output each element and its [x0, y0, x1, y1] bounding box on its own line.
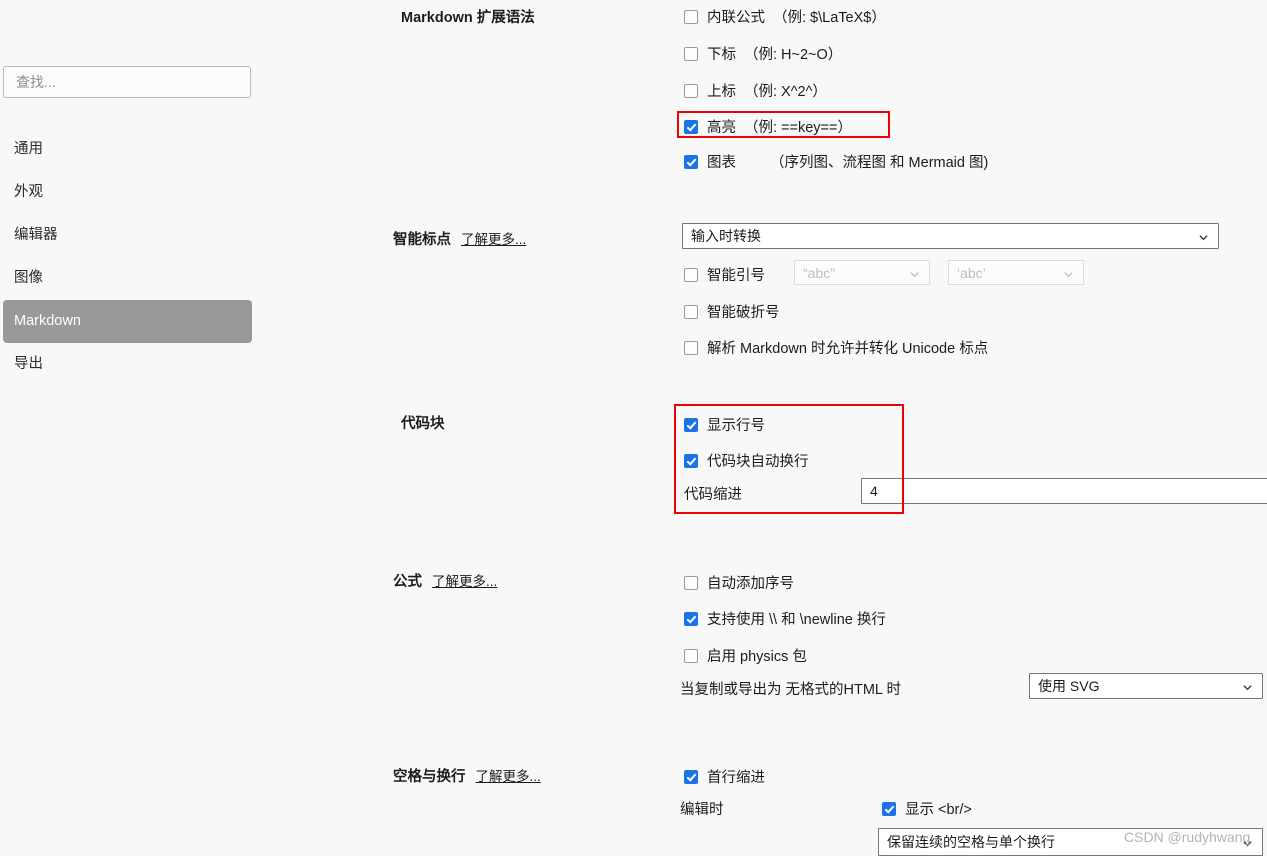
- checkbox-superscript[interactable]: [684, 83, 698, 98]
- option-highlight[interactable]: 高亮 （例: ==key==）: [684, 116, 852, 137]
- sidebar-nav-list: 通用 外观 编辑器 图像 Markdown 导出: [3, 128, 252, 386]
- checkbox-show-br[interactable]: [882, 801, 896, 816]
- checkbox-show-line-numbers[interactable]: [684, 417, 698, 432]
- option-label: 智能引号: [707, 268, 765, 284]
- copy-export-label: 当复制或导出为 无格式的HTML 时: [680, 682, 901, 698]
- option-hint: （例: X^2^）: [744, 84, 827, 100]
- learn-more-link-smart-punctuation[interactable]: 了解更多...: [461, 232, 526, 247]
- sidebar-item-markdown[interactable]: Markdown: [3, 300, 252, 343]
- section-title-text: 公式: [393, 574, 422, 590]
- chevron-down-icon: [1064, 271, 1073, 277]
- csdn-watermark: CSDN @rudyhwang: [1124, 829, 1251, 845]
- option-label: 解析 Markdown 时允许并转化 Unicode 标点: [707, 341, 989, 357]
- markdown-settings-panel: Markdown 扩展语法 内联公式 （例: $\LaTeX$） 下标 （例: …: [268, 0, 1267, 856]
- checkbox-physics-package[interactable]: [684, 648, 698, 663]
- option-label: 内联公式: [707, 10, 765, 26]
- option-label: 代码块自动换行: [707, 454, 809, 470]
- option-show-br[interactable]: 显示 <br/>: [882, 798, 972, 819]
- option-label: 图表: [707, 155, 736, 171]
- code-indent-label: 代码缩进: [684, 487, 742, 503]
- checkbox-subscript[interactable]: [684, 46, 698, 61]
- checkbox-smart-quotes[interactable]: [684, 267, 698, 282]
- checkbox-newline-support[interactable]: [684, 611, 698, 626]
- option-inline-formula[interactable]: 内联公式 （例: $\LaTeX$）: [684, 6, 886, 27]
- smart-punctuation-mode-select[interactable]: 输入时转换: [682, 223, 1219, 249]
- option-label: 显示行号: [707, 418, 765, 434]
- option-unicode-punctuation[interactable]: 解析 Markdown 时允许并转化 Unicode 标点: [684, 337, 988, 358]
- search-input[interactable]: [3, 66, 251, 98]
- section-title-smart-punctuation: 智能标点 了解更多...: [393, 228, 526, 249]
- select-value: 4: [870, 483, 878, 499]
- section-title-text: 空格与换行: [393, 769, 466, 785]
- section-title-text: 智能标点: [393, 232, 451, 248]
- sidebar-item-general[interactable]: 通用: [3, 128, 252, 171]
- section-title-formula: 公式 了解更多...: [393, 570, 497, 591]
- option-physics-package[interactable]: 启用 physics 包: [684, 645, 807, 666]
- sidebar-item-image[interactable]: 图像: [3, 257, 252, 300]
- option-smart-quotes[interactable]: 智能引号: [684, 264, 765, 285]
- select-value: 使用 SVG: [1038, 678, 1100, 694]
- checkbox-inline-formula[interactable]: [684, 9, 698, 24]
- learn-more-link-whitespace[interactable]: 了解更多...: [476, 769, 541, 784]
- checkbox-unicode-punctuation[interactable]: [684, 340, 698, 355]
- option-smart-dash[interactable]: 智能破折号: [684, 301, 780, 322]
- select-value: 保留连续的空格与单个换行: [887, 834, 1055, 850]
- option-label: 上标: [707, 84, 736, 100]
- checkbox-diagram[interactable]: [684, 154, 698, 169]
- option-label: 下标: [707, 47, 736, 63]
- section-title-markdown-extensions: Markdown 扩展语法: [401, 10, 535, 26]
- option-label: 显示 <br/>: [905, 802, 972, 818]
- option-label: 启用 physics 包: [707, 649, 807, 665]
- option-auto-number[interactable]: 自动添加序号: [684, 572, 794, 593]
- select-value: “abc”: [803, 264, 835, 281]
- option-label: 支持使用 \\ 和 \newline 换行: [707, 612, 886, 628]
- option-diagram[interactable]: 图表 （序列图、流程图 和 Mermaid 图): [684, 151, 988, 172]
- sidebar-item-export[interactable]: 导出: [3, 343, 252, 386]
- checkbox-smart-dash[interactable]: [684, 304, 698, 319]
- copy-export-format-select[interactable]: 使用 SVG: [1029, 673, 1263, 699]
- option-label: 高亮: [707, 120, 736, 136]
- option-label: 智能破折号: [707, 305, 780, 321]
- option-subscript[interactable]: 下标 （例: H~2~O）: [684, 43, 842, 64]
- section-title-whitespace: 空格与换行 了解更多...: [393, 765, 541, 786]
- option-hint: （例: $\LaTeX$）: [773, 10, 886, 26]
- checkbox-first-line-indent[interactable]: [684, 769, 698, 784]
- settings-sidebar: 通用 外观 编辑器 图像 Markdown 导出: [0, 0, 268, 856]
- code-indent-label-row: 代码缩进: [684, 483, 742, 504]
- editing-label-row: 编辑时: [680, 798, 724, 819]
- single-quote-style-select[interactable]: ‘abc’: [948, 260, 1084, 285]
- option-superscript[interactable]: 上标 （例: X^2^）: [684, 80, 827, 101]
- option-show-line-numbers[interactable]: 显示行号: [684, 414, 765, 435]
- chevron-down-icon: [1199, 235, 1208, 241]
- option-label: 自动添加序号: [707, 576, 794, 592]
- checkbox-wrap-code-lines[interactable]: [684, 453, 698, 468]
- option-hint: （例: H~2~O）: [744, 47, 843, 63]
- option-first-line-indent[interactable]: 首行缩进: [684, 766, 765, 787]
- option-label: 首行缩进: [707, 770, 765, 786]
- copy-export-label-row: 当复制或导出为 无格式的HTML 时: [680, 678, 901, 699]
- select-value: ‘abc’: [957, 264, 986, 281]
- editing-label: 编辑时: [680, 802, 724, 818]
- double-quote-style-select[interactable]: “abc”: [794, 260, 930, 285]
- sidebar-item-editor[interactable]: 编辑器: [3, 214, 252, 257]
- option-newline-support[interactable]: 支持使用 \\ 和 \newline 换行: [684, 608, 886, 629]
- option-hint: （序列图、流程图 和 Mermaid 图): [770, 155, 989, 171]
- checkbox-highlight[interactable]: [684, 119, 698, 134]
- chevron-down-icon: [1243, 685, 1252, 691]
- option-hint: （例: ==key==）: [744, 120, 852, 136]
- option-wrap-code-lines[interactable]: 代码块自动换行: [684, 450, 809, 471]
- learn-more-link-formula[interactable]: 了解更多...: [432, 574, 497, 589]
- code-indent-select[interactable]: 4: [861, 478, 1267, 504]
- chevron-down-icon: [910, 271, 919, 277]
- sidebar-item-appearance[interactable]: 外观: [3, 171, 252, 214]
- select-value: 输入时转换: [691, 228, 761, 244]
- checkbox-auto-number[interactable]: [684, 575, 698, 590]
- section-title-code-block: 代码块: [401, 416, 445, 432]
